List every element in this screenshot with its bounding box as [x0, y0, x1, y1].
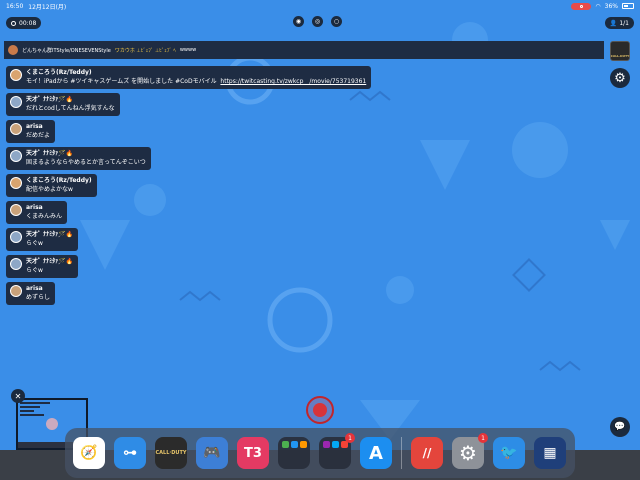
status-bar: 16:50 12月12日(月) ◠ 36% — [0, 0, 640, 12]
chat-text: らぐw — [26, 240, 43, 247]
status-date: 12月12日(月) — [28, 3, 67, 11]
ticker-prefix: どんちゃん群ITStyle/ONESEVENStyle — [22, 47, 111, 54]
chat-message: arisa めずらし — [6, 282, 56, 305]
camera-icon[interactable]: ◉ — [293, 16, 304, 27]
chat-list: くまころう(Rz/Teddy) モイ！iPadから #ツイキャスゲームズ を開始… — [6, 66, 372, 309]
ticker-suffix: wwww — [179, 47, 197, 53]
avatar — [10, 285, 22, 297]
dock-divider — [401, 437, 402, 469]
chat-username: arisa — [26, 285, 43, 292]
grid-app-icon[interactable]: ▦ — [534, 437, 566, 469]
avatar — [10, 204, 22, 216]
call-of-duty-app-icon[interactable]: CALL·DUTY — [155, 437, 187, 469]
ticker-highlight: ワカウホ ⊥ﾋﾞｪﾌﾞ ⊥ﾋﾞｪﾌﾞ ﾍ — [114, 47, 176, 54]
chat-message: 天才ﾟ ﾅﾅﾐﾀｧ🪄🔥 固まるようならやめるとか言ってんぞこいつ — [6, 147, 151, 170]
chat-text: 配信やめよかなw — [26, 186, 73, 193]
microphone-icon[interactable]: ◎ — [312, 16, 323, 27]
top-center-controls: ◉ ◎ ○ — [293, 16, 342, 27]
dock: 🧭 ⊶ CALL·DUTY 🎮 T3 1 A // ⚙ 1 🐦 ▦ — [65, 428, 575, 478]
key-app-icon[interactable]: ⊶ — [114, 437, 146, 469]
settings-gear-icon[interactable]: ⚙ — [610, 68, 630, 88]
avatar — [10, 258, 22, 270]
chat-username: arisa — [26, 123, 43, 130]
comment-ticker: どんちゃん群ITStyle/ONESEVENStyle ワカウホ ⊥ﾋﾞｪﾌﾞ … — [4, 41, 604, 59]
game-thumbnail-label: CALL·DUTY — [610, 54, 630, 58]
pip-close-icon[interactable]: ✕ — [11, 389, 25, 403]
status-time: 16:50 — [6, 2, 24, 10]
chat-text: 固まるようならやめるとか言ってんぞこいつ — [26, 159, 146, 166]
avatar — [10, 231, 22, 243]
app-folder-2[interactable]: 1 — [319, 433, 355, 469]
avatar — [10, 123, 22, 135]
broadcast-timer: 00:08 — [6, 17, 42, 29]
app-store-icon[interactable]: A — [360, 437, 392, 469]
chat-text: だれとcodしてんねん浮気すんな — [26, 105, 115, 112]
ticker-avatar — [8, 45, 18, 55]
chat-message: arisa くまみんみん — [6, 201, 68, 224]
game-thumbnail[interactable]: CALL·DUTY — [610, 41, 630, 61]
person-icon: 👤 — [609, 19, 618, 27]
chat-message: くまころう(Rz/Teddy) 配信やめよかなw — [6, 174, 97, 197]
t3-app-icon[interactable]: T3 — [237, 437, 269, 469]
chat-message: 天才ﾟ ﾅﾅﾐﾀｧ🪄🔥 だれとcodしてんねん浮気すんな — [6, 93, 120, 116]
chat-message: 天才ﾟ ﾅﾅﾐﾀｧ🪄🔥 らぐw — [6, 228, 79, 251]
viewer-count-value: 1/1 — [619, 19, 629, 27]
chat-username: arisa — [26, 204, 43, 211]
wifi-icon: ◠ — [595, 2, 601, 10]
timer-icon — [11, 20, 16, 26]
record-icon — [313, 403, 327, 417]
chat-message: くまころう(Rz/Teddy) モイ！iPadから #ツイキャスゲームズ を開始… — [6, 66, 372, 89]
chat-username: 天才ﾟ ﾅﾅﾐﾀｧ🪄🔥 — [26, 258, 74, 265]
more-icon[interactable]: ○ — [331, 16, 342, 27]
screen-recording-icon[interactable] — [571, 2, 592, 10]
chat-text: らぐw — [26, 267, 43, 274]
viewer-count[interactable]: 👤 1/1 — [604, 17, 634, 29]
avatar — [10, 96, 22, 108]
chat-text: だめだよ — [26, 132, 51, 139]
avatar — [10, 69, 22, 81]
game-app-icon[interactable]: 🎮 — [196, 437, 228, 469]
chat-username: くまころう(Rz/Teddy) — [26, 177, 92, 184]
comment-bubble-icon[interactable]: 💬 — [610, 417, 630, 437]
chat-username: 天才ﾟ ﾅﾅﾐﾀｧ🪄🔥 — [26, 96, 74, 103]
chat-username: 天才ﾟ ﾅﾅﾐﾀｧ🪄🔥 — [26, 231, 74, 238]
chat-message: 天才ﾟ ﾅﾅﾐﾀｧ🪄🔥 らぐw — [6, 255, 79, 278]
avatar — [10, 177, 22, 189]
chat-username: 天才ﾟ ﾅﾅﾐﾀｧ🪄🔥 — [26, 150, 74, 157]
chat-text: めずらし — [26, 294, 51, 301]
recent-app-icon[interactable]: // — [411, 437, 443, 469]
battery-icon — [622, 3, 634, 9]
chat-text: モイ！iPadから #ツイキャスゲームズ を開始しました #CoDモバイル ht… — [26, 78, 367, 85]
chat-message: arisa だめだよ — [6, 120, 56, 143]
bird-app-icon[interactable]: 🐦 — [493, 437, 525, 469]
timer-value: 00:08 — [19, 19, 37, 27]
notification-badge: 1 — [478, 433, 488, 443]
chat-username: くまころう(Rz/Teddy) — [26, 69, 92, 76]
safari-app-icon[interactable]: 🧭 — [73, 437, 105, 469]
battery-label: 36% — [604, 2, 618, 10]
notification-badge: 1 — [345, 433, 355, 443]
app-folder-1[interactable] — [278, 437, 310, 469]
chat-text: くまみんみん — [26, 213, 63, 220]
avatar — [10, 150, 22, 162]
record-button[interactable] — [306, 396, 334, 424]
settings-app-icon[interactable]: ⚙ 1 — [452, 433, 488, 469]
chat-link[interactable]: https://twitcasting.tv/zwkcp__/movie/753… — [220, 78, 366, 85]
